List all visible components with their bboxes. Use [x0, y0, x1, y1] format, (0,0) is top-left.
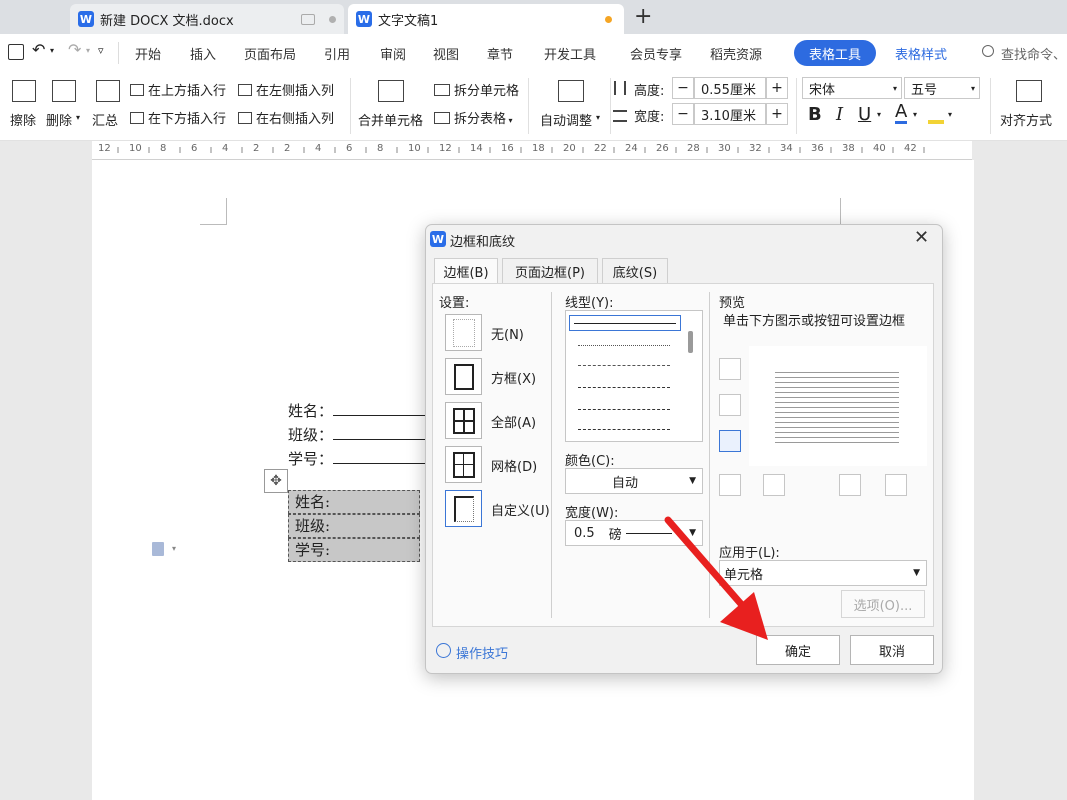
annotation-arrow: [664, 516, 768, 640]
arrow-head: [720, 592, 768, 640]
arrow-shaft: [664, 516, 752, 616]
